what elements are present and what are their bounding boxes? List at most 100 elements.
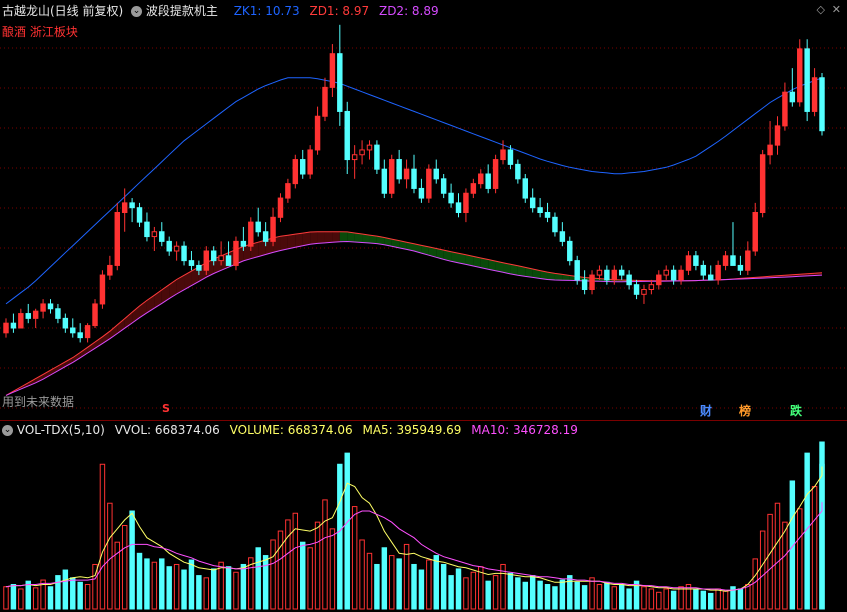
volume-bar	[329, 528, 336, 610]
volume-bar	[596, 584, 603, 610]
volume-bar	[181, 569, 187, 610]
candle-body-up	[307, 149, 313, 175]
diamond-icon[interactable]: ◇	[817, 3, 825, 16]
candle-body-up	[99, 274, 106, 305]
badge-ranking[interactable]: 榜	[739, 404, 751, 418]
indicator-settings-icon[interactable]: ⌄	[131, 6, 143, 17]
volume-bar	[507, 572, 514, 610]
volume-bar	[559, 579, 566, 610]
band-segment	[243, 244, 251, 261]
volume-bar	[485, 580, 491, 610]
volume-readout: VOLUME: 668374.06	[229, 423, 353, 437]
candle-body-up	[782, 91, 788, 127]
candle-body-down	[136, 207, 143, 223]
candle-body-down	[262, 231, 269, 242]
volume-indicator-name[interactable]: VOL-TDX(5,10)	[17, 423, 105, 437]
volume-bar	[626, 588, 632, 610]
candle-body-down	[418, 187, 425, 199]
candle-body-down	[581, 279, 588, 290]
candle-body-up	[745, 250, 751, 271]
band-segment	[80, 347, 88, 358]
volume-bar	[745, 584, 751, 610]
volume-bar	[618, 584, 625, 610]
panel-divider[interactable]	[0, 420, 847, 421]
candle-body-up	[107, 264, 113, 276]
indicator-name[interactable]: 波段提款机主	[146, 4, 218, 18]
volume-bar	[47, 586, 54, 610]
candle-body-up	[322, 86, 328, 117]
candle-body-up	[641, 289, 647, 295]
volume-bar	[411, 563, 417, 610]
candle-body-down	[529, 197, 536, 209]
candle-body-down	[552, 216, 558, 233]
zk1-readout: ZK1: 10.73	[233, 4, 300, 18]
candle-body-down	[337, 53, 343, 112]
volume-bar	[693, 588, 699, 610]
volume-bar	[470, 571, 477, 610]
candle-body-down	[47, 303, 54, 310]
volume-bar	[262, 555, 269, 610]
candle-body-up	[589, 274, 595, 290]
band-segment	[302, 232, 311, 246]
volume-bar	[722, 590, 729, 610]
volume-bar	[210, 568, 217, 610]
band-segment	[87, 342, 96, 354]
volume-bar	[359, 539, 365, 610]
badge-fall[interactable]: 跌	[790, 404, 802, 418]
candle-body-down	[144, 221, 150, 238]
volume-bar	[173, 563, 180, 610]
candle-body-down	[544, 212, 551, 218]
volume-bar	[700, 590, 707, 610]
volume-settings-icon[interactable]: ⌄	[2, 425, 13, 436]
band-segment	[280, 235, 288, 251]
candle-body-up	[678, 269, 684, 281]
candle-body-up	[596, 269, 603, 276]
candle-body-down	[166, 240, 172, 252]
price-chart[interactable]	[0, 0, 847, 420]
volume-bar	[3, 586, 9, 610]
band-segment	[184, 271, 192, 290]
volume-bar	[344, 452, 350, 610]
volume-bar	[811, 486, 818, 610]
stock-title[interactable]: 古越龙山(日线 前复权)	[2, 4, 123, 18]
volume-chart[interactable]	[0, 437, 847, 612]
candle-body-down	[440, 178, 447, 194]
volume-bar	[10, 584, 17, 610]
candle-body-up	[121, 202, 128, 213]
candle-body-up	[173, 245, 180, 252]
volume-bar	[32, 587, 39, 610]
volume-bar	[25, 580, 31, 610]
candle-body-up	[759, 154, 766, 213]
volume-bar	[715, 588, 721, 610]
volume-bar	[426, 559, 432, 610]
band-segment	[295, 233, 303, 248]
candle-body-up	[648, 284, 655, 290]
volume-bar	[648, 588, 655, 610]
volume-bar	[574, 581, 580, 610]
close-icon[interactable]: ✕	[832, 3, 841, 16]
band-segment	[50, 365, 58, 375]
volume-bar	[70, 577, 76, 610]
volume-bar	[819, 463, 825, 610]
volume-bar	[121, 525, 128, 610]
volume-bar	[797, 508, 803, 610]
volume-bar	[366, 552, 373, 610]
volume-bar	[144, 558, 150, 610]
band-segment	[258, 240, 266, 257]
volume-bar	[678, 586, 684, 610]
candle-body-down	[411, 168, 417, 189]
candle-body-down	[819, 77, 825, 132]
candle-body-down	[188, 260, 195, 266]
candle-body-up	[663, 269, 669, 276]
volume-bar	[708, 592, 714, 610]
candle-body-up	[84, 325, 91, 339]
badge-finance[interactable]: 财	[700, 404, 712, 418]
candle-body-up	[292, 159, 299, 185]
candle-body-down	[396, 159, 402, 180]
volume-bar	[389, 555, 395, 610]
volume-bar	[107, 502, 113, 610]
candle-body-down	[737, 264, 744, 271]
sector-tag[interactable]: 酿酒 浙江板块	[2, 23, 78, 40]
volume-bar	[203, 577, 210, 610]
volume-bar	[351, 506, 358, 610]
